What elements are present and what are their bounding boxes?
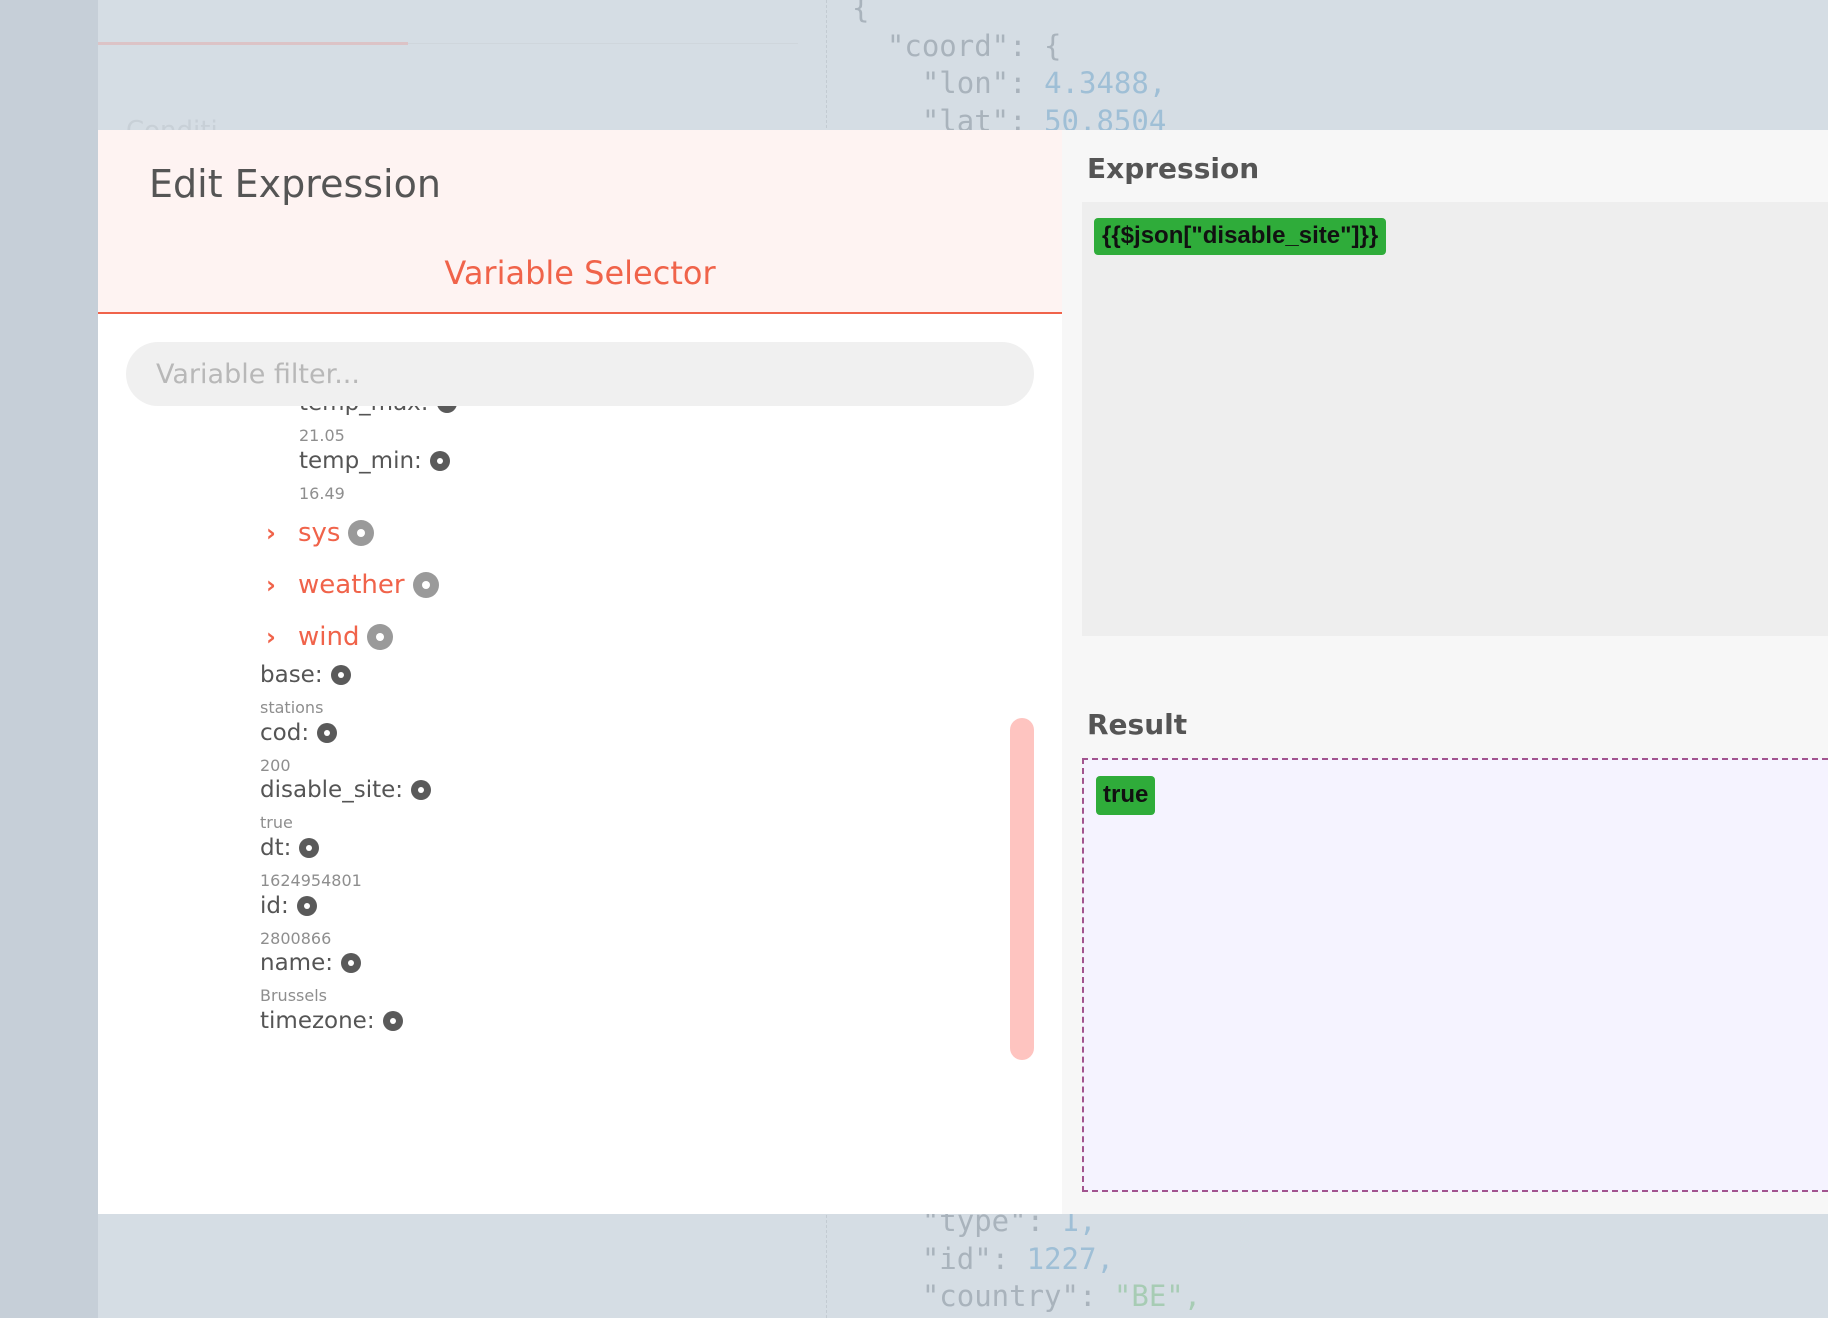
- variable-item[interactable]: id:: [260, 893, 317, 919]
- drag-handle-icon[interactable]: [348, 520, 375, 546]
- variable-name: temp_max:: [299, 406, 429, 416]
- variable-name: dt:: [260, 835, 292, 861]
- variable-name: disable_site:: [260, 777, 403, 803]
- edit-expression-modal: Edit Expression Variable Selector temp_m…: [98, 130, 1828, 1214]
- modal-header: Edit Expression Variable Selector: [98, 130, 1062, 312]
- variable-item[interactable]: base:: [260, 662, 351, 688]
- branch-label: wind: [298, 622, 360, 652]
- drag-handle-icon[interactable]: [412, 572, 439, 598]
- chevron-right-icon[interactable]: ›: [266, 571, 294, 599]
- background-progress-track: [408, 43, 798, 44]
- drag-handle-icon[interactable]: [340, 953, 361, 973]
- chevron-right-icon[interactable]: ›: [266, 519, 294, 547]
- json-line: "country": "BE",: [921, 1279, 1202, 1313]
- variable-name: cod:: [260, 720, 310, 746]
- chevron-right-icon[interactable]: ›: [266, 623, 294, 651]
- variable-tree: temp_max: 21.05 temp_min: 16.49 › sys › …: [98, 406, 1062, 1214]
- tree-scrollbar-thumb[interactable]: [1010, 718, 1034, 1060]
- variable-value: 1624954801: [260, 871, 362, 890]
- json-line: {: [852, 0, 870, 25]
- result-token: true: [1096, 776, 1156, 815]
- tab-variable-selector[interactable]: Variable Selector: [98, 254, 1062, 292]
- json-line: "coord": {: [886, 28, 1062, 63]
- variable-filter-input[interactable]: [126, 342, 1034, 406]
- expression-label: Expression: [1087, 152, 1260, 185]
- variable-item[interactable]: temp_max:: [299, 406, 457, 416]
- expression-editor[interactable]: {{$json["disable_site"]}}: [1082, 202, 1828, 636]
- tree-branch-sys[interactable]: › sys: [266, 518, 375, 548]
- variable-value: stations: [260, 698, 324, 717]
- background-sidebar: [0, 0, 98, 1318]
- background-progress-bar: [98, 42, 408, 45]
- variable-name: temp_min:: [299, 448, 422, 474]
- modal-title: Edit Expression: [149, 162, 441, 206]
- drag-handle-icon[interactable]: [411, 780, 431, 800]
- drag-handle-icon[interactable]: [382, 1011, 403, 1031]
- variable-name: id:: [260, 893, 289, 919]
- variable-item[interactable]: disable_site:: [260, 777, 431, 803]
- variable-item[interactable]: timezone:: [260, 1008, 403, 1034]
- variable-value: true: [260, 813, 293, 832]
- expression-token[interactable]: {{$json["disable_site"]}}: [1094, 218, 1387, 255]
- drag-handle-icon[interactable]: [367, 624, 394, 650]
- variable-item[interactable]: temp_min:: [299, 448, 450, 474]
- tree-branch-wind[interactable]: › wind: [266, 622, 394, 652]
- result-label: Result: [1087, 708, 1188, 741]
- variable-value: 21.05: [299, 426, 345, 445]
- variable-value: 16.49: [299, 484, 345, 503]
- tab-underline: [98, 312, 1062, 314]
- expression-pane: Expression {{$json["disable_site"]}} Res…: [1062, 130, 1828, 1214]
- variable-selector-pane: Edit Expression Variable Selector temp_m…: [98, 130, 1062, 1214]
- variable-item[interactable]: name:: [260, 950, 361, 976]
- background-json-preview-top: { "coord": { "lon": 4.3488, "lat": 50.85…: [852, 0, 1166, 140]
- variable-value: Brussels: [260, 986, 327, 1005]
- variable-name: timezone:: [260, 1008, 375, 1034]
- variable-name: base:: [260, 662, 323, 688]
- variable-item[interactable]: dt:: [260, 835, 320, 861]
- variable-value: 200: [260, 756, 291, 775]
- drag-handle-icon[interactable]: [317, 723, 338, 743]
- branch-label: weather: [298, 570, 405, 600]
- drag-handle-icon[interactable]: [436, 406, 457, 413]
- drag-handle-icon[interactable]: [299, 838, 320, 858]
- branch-label: sys: [298, 518, 341, 548]
- result-preview: true: [1082, 758, 1828, 1192]
- variable-item[interactable]: cod:: [260, 720, 338, 746]
- drag-handle-icon[interactable]: [330, 665, 351, 685]
- tree-branch-weather[interactable]: › weather: [266, 570, 439, 600]
- variable-name: name:: [260, 950, 333, 976]
- json-line: "id": 1227,: [921, 1241, 1114, 1276]
- background-json-preview-bottom: "type": 1, "id": 1227, "country": "BE",: [852, 1203, 1201, 1316]
- variable-value: 2800866: [260, 929, 332, 948]
- drag-handle-icon[interactable]: [429, 451, 450, 471]
- drag-handle-icon[interactable]: [296, 896, 317, 916]
- json-line: "lon": 4.3488,: [921, 66, 1167, 100]
